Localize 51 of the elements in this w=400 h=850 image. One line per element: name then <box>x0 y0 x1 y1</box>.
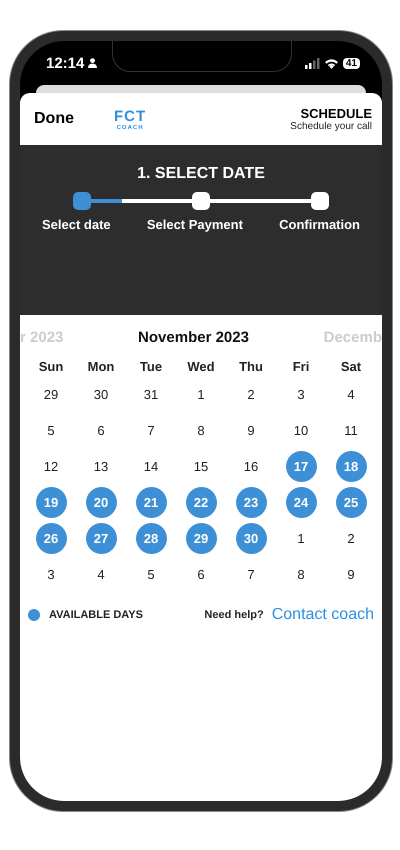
day-cell[interactable]: 15 <box>186 450 216 482</box>
day-cell[interactable]: 2 <box>336 522 366 554</box>
header-title: SCHEDULE <box>300 106 372 121</box>
day-cell[interactable]: 12 <box>36 450 66 482</box>
day-cell[interactable]: 9 <box>236 414 266 446</box>
month-title: November 2023 <box>138 328 249 346</box>
day-cell[interactable]: 9 <box>336 558 366 590</box>
step-label: Select Payment <box>146 217 243 232</box>
day-cell[interactable]: 4 <box>336 378 366 410</box>
weekday-label: Wed <box>187 359 215 374</box>
help-text: Need help? <box>204 609 264 621</box>
weekday-label: Sat <box>340 359 362 374</box>
day-cell[interactable]: 2 <box>236 378 266 410</box>
day-cell[interactable]: 3 <box>286 378 316 410</box>
day-cell[interactable]: 13 <box>86 450 116 482</box>
person-icon <box>88 58 98 68</box>
available-dot <box>28 609 40 621</box>
legend-label: AVAILABLE DAYS <box>49 609 143 621</box>
day-cell[interactable]: 6 <box>186 558 216 590</box>
day-cell[interactable]: 1 <box>186 378 216 410</box>
step-heading: 1. SELECT DATE <box>137 165 265 183</box>
day-cell[interactable]: 1 <box>286 522 316 554</box>
day-cell[interactable]: 14 <box>136 450 166 482</box>
header-subtitle: Schedule your call <box>290 121 372 132</box>
done-button[interactable]: Done <box>34 110 74 128</box>
weekday-label: Sun <box>38 359 64 374</box>
signal-icon <box>304 58 320 68</box>
day-cell[interactable]: 8 <box>186 414 216 446</box>
wifi-icon <box>324 58 339 68</box>
weekday-label: Tue <box>140 359 162 374</box>
step-label: Confirmation <box>279 217 360 232</box>
weekday-label: Mon <box>88 359 114 374</box>
day-cell[interactable]: 29 <box>36 378 66 410</box>
day-cell[interactable]: 8 <box>286 558 316 590</box>
day-cell[interactable]: 7 <box>236 558 266 590</box>
day-cell[interactable]: 3 <box>36 558 66 590</box>
day-cell[interactable]: 4 <box>86 558 116 590</box>
weekday-label: Fri <box>292 359 310 374</box>
day-cell[interactable]: 10 <box>286 414 316 446</box>
day-cell[interactable]: 30 <box>86 378 116 410</box>
day-cell[interactable]: 11 <box>336 414 366 446</box>
step-label: Select date <box>42 217 111 232</box>
day-cell[interactable]: 16 <box>236 450 266 482</box>
day-cell[interactable]: 5 <box>136 558 166 590</box>
weekday-label: Thu <box>239 359 263 374</box>
day-cell[interactable]: 5 <box>36 414 66 446</box>
status-time: 12:14 <box>46 54 84 72</box>
day-cell[interactable]: 7 <box>136 414 166 446</box>
battery-level: 41 <box>342 58 360 68</box>
day-cell[interactable]: 31 <box>136 378 166 410</box>
day-cell[interactable]: 6 <box>86 414 116 446</box>
